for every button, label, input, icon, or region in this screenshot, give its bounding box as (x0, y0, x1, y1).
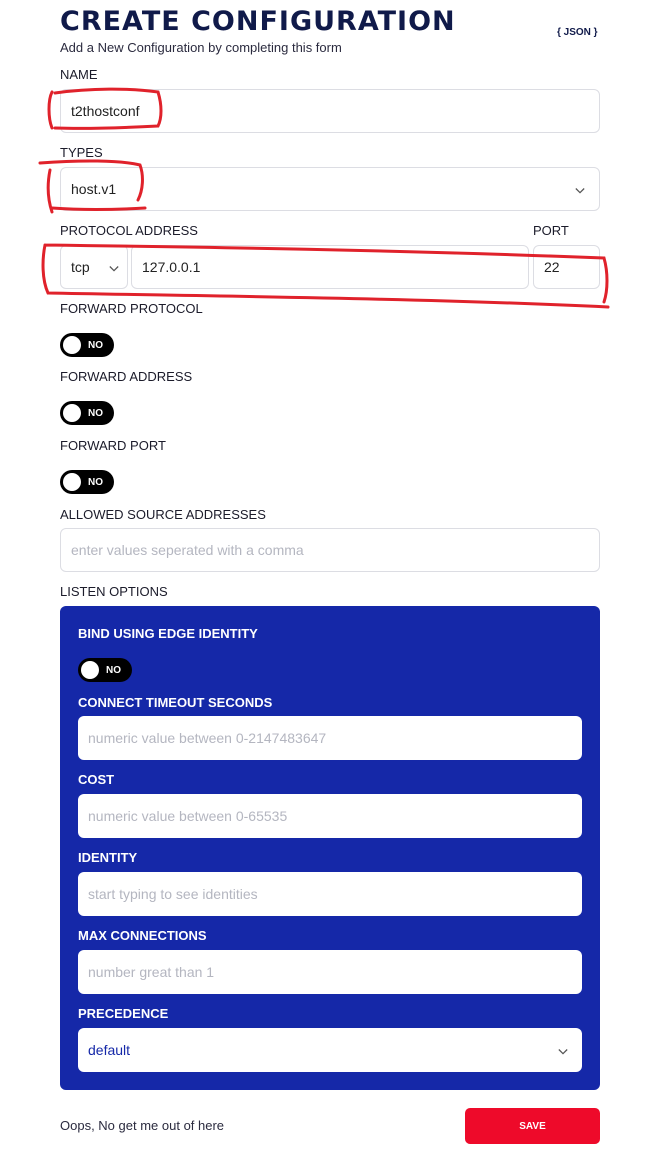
protocol-select-value: tcp (71, 259, 90, 275)
bind-edge-label: BIND USING EDGE IDENTITY (78, 626, 258, 641)
chevron-down-icon (575, 188, 585, 194)
connect-timeout-placeholder: numeric value between 0-2147483647 (88, 730, 327, 746)
page-subtitle: Add a New Configuration by completing th… (60, 40, 342, 55)
toggle-state: NO (88, 407, 103, 419)
port-label: PORT (533, 223, 569, 238)
name-input-value: t2thostconf (71, 103, 140, 119)
listen-options-label: LISTEN OPTIONS (60, 584, 168, 599)
identity-label: IDENTITY (78, 850, 138, 865)
precedence-select[interactable]: default (78, 1028, 582, 1072)
toggle-knob (81, 661, 99, 679)
json-toggle-link[interactable]: { JSON } (557, 27, 598, 38)
toggle-knob (63, 404, 81, 422)
connect-timeout-input[interactable]: numeric value between 0-2147483647 (78, 716, 582, 760)
protocol-select[interactable]: tcp (60, 245, 128, 289)
types-select-value: host.v1 (71, 181, 117, 197)
chevron-down-icon (109, 266, 119, 272)
allowed-source-label: ALLOWED SOURCE ADDRESSES (60, 507, 266, 522)
address-input[interactable]: 127.0.0.1 (131, 245, 529, 289)
protocol-address-label: PROTOCOL ADDRESS (60, 223, 198, 238)
toggle-state: NO (88, 339, 103, 351)
name-input[interactable]: t2thostconf (60, 89, 600, 133)
name-label: NAME (60, 67, 98, 82)
port-input[interactable]: 22 (533, 245, 600, 289)
allowed-source-placeholder: enter values seperated with a comma (71, 542, 304, 558)
forward-port-toggle[interactable]: NO (60, 470, 114, 494)
forward-protocol-label: FORWARD PROTOCOL (60, 301, 203, 316)
cost-placeholder: numeric value between 0-65535 (88, 808, 288, 824)
max-connections-placeholder: number great than 1 (88, 964, 215, 980)
precedence-select-value: default (88, 1042, 131, 1058)
listen-options-panel: BIND USING EDGE IDENTITY NO CONNECT TIME… (60, 606, 600, 1090)
identity-placeholder: start typing to see identities (88, 886, 258, 902)
identity-input[interactable]: start typing to see identities (78, 872, 582, 916)
toggle-knob (63, 336, 81, 354)
cancel-link[interactable]: Oops, No get me out of here (60, 1118, 224, 1133)
address-input-value: 127.0.0.1 (142, 259, 201, 275)
allowed-source-input[interactable]: enter values seperated with a comma (60, 528, 600, 572)
save-button[interactable]: SAVE (465, 1108, 600, 1144)
max-connections-label: MAX CONNECTIONS (78, 928, 207, 943)
port-input-value: 22 (544, 259, 560, 275)
toggle-state: NO (106, 664, 121, 676)
connect-timeout-label: CONNECT TIMEOUT SECONDS (78, 695, 273, 710)
toggle-state: NO (88, 476, 103, 488)
forward-address-toggle[interactable]: NO (60, 401, 114, 425)
max-connections-input[interactable]: number great than 1 (78, 950, 582, 994)
types-select[interactable]: host.v1 (60, 167, 600, 211)
precedence-label: PRECEDENCE (78, 1006, 169, 1021)
chevron-down-icon (558, 1049, 568, 1055)
forward-protocol-toggle[interactable]: NO (60, 333, 114, 357)
bind-edge-toggle[interactable]: NO (78, 658, 132, 682)
toggle-knob (63, 473, 81, 491)
page-title: CREATE CONFIGURATION (60, 6, 456, 37)
forward-port-label: FORWARD PORT (60, 438, 166, 453)
types-label: TYPES (60, 145, 103, 160)
cost-input[interactable]: numeric value between 0-65535 (78, 794, 582, 838)
forward-address-label: FORWARD ADDRESS (60, 369, 193, 384)
cost-label: COST (78, 772, 115, 787)
